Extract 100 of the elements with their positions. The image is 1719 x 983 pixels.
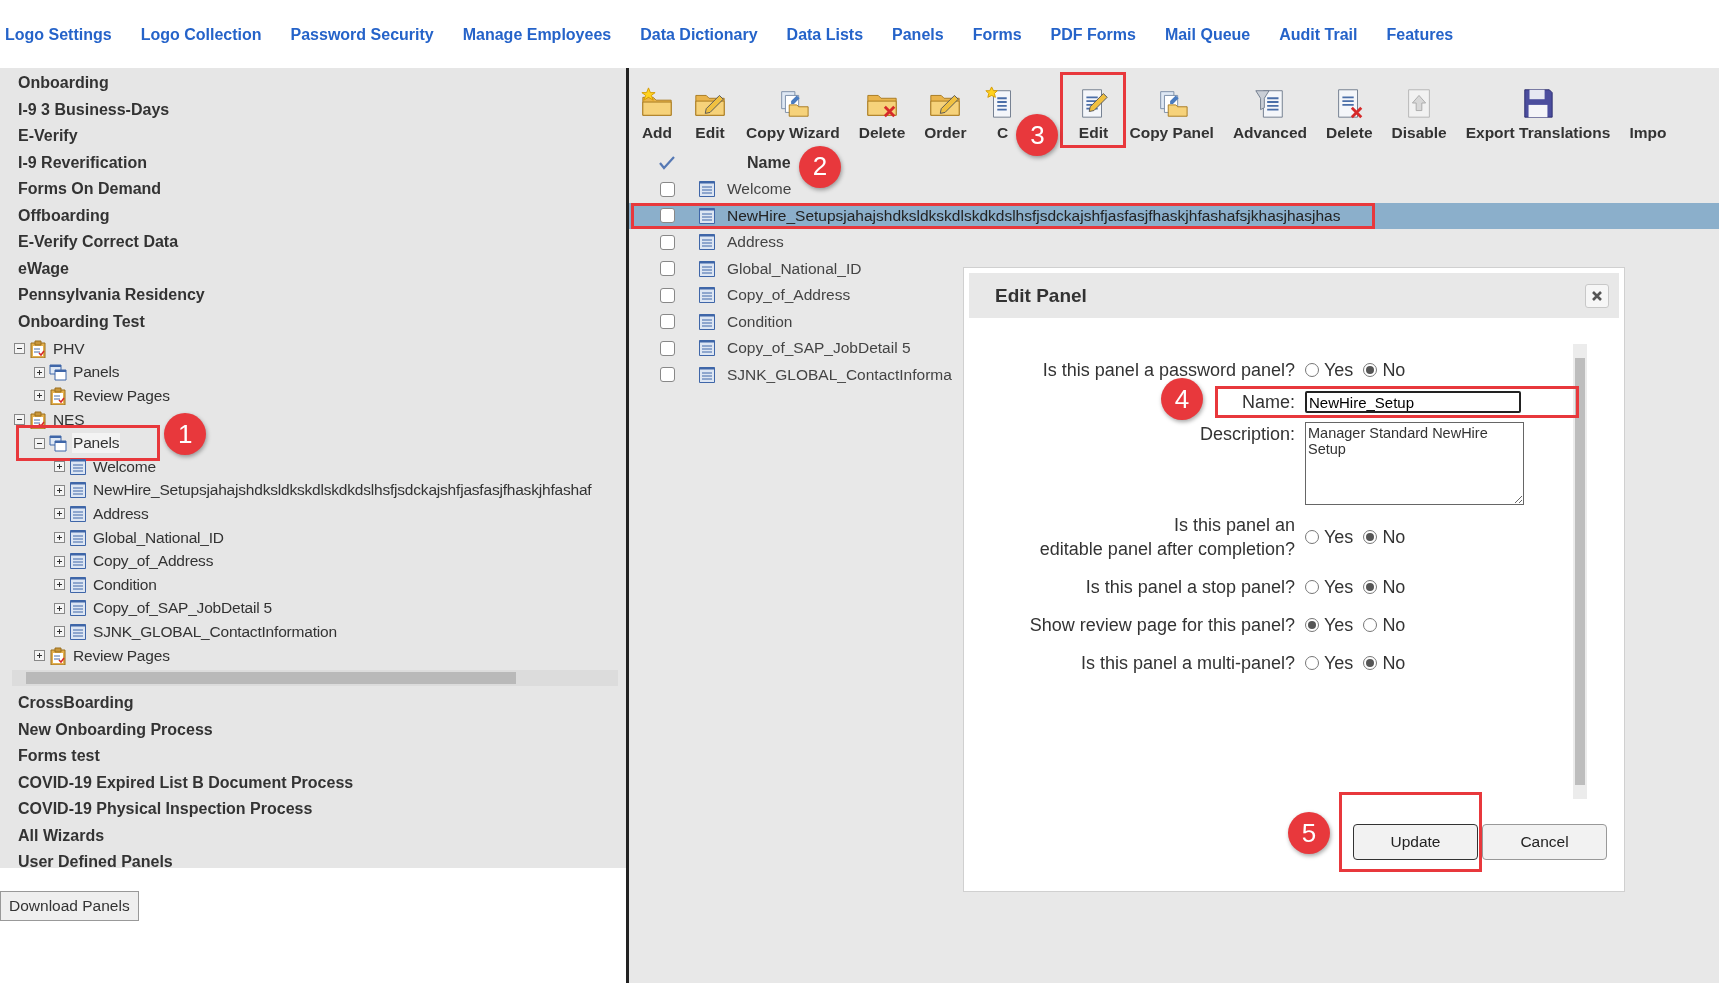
- toolbar-button[interactable]: Delete: [1326, 86, 1373, 148]
- collapse-icon[interactable]: [14, 414, 25, 426]
- checkbox[interactable]: [660, 314, 675, 330]
- expand-icon[interactable]: [54, 579, 65, 591]
- radio-option[interactable]: No: [1363, 576, 1406, 598]
- toolbar-button[interactable]: Delete: [858, 86, 906, 148]
- nav-link[interactable]: Logo Settings: [5, 26, 112, 44]
- panel-name[interactable]: Copy_of_Address: [727, 286, 851, 305]
- toolbar-button[interactable]: Order: [924, 86, 967, 148]
- tree-item[interactable]: Panels: [72, 433, 121, 454]
- sidebar-item[interactable]: Onboarding Test: [0, 308, 145, 335]
- sidebar-item[interactable]: Forms test: [0, 743, 100, 770]
- tree-item[interactable]: PHV: [52, 338, 86, 359]
- radio-option[interactable]: Yes: [1305, 614, 1354, 636]
- radio-option[interactable]: No: [1363, 526, 1406, 548]
- tree-item[interactable]: Copy_of_SAP_JobDetail 5: [92, 598, 273, 619]
- toolbar-button[interactable]: Copy Panel: [1129, 86, 1214, 148]
- radio-option[interactable]: No: [1363, 614, 1406, 636]
- toolbar-button[interactable]: Advanced: [1232, 86, 1307, 148]
- expand-icon[interactable]: [34, 650, 45, 661]
- nav-link[interactable]: Manage Employees: [462, 26, 612, 44]
- name-field[interactable]: NewHire_Setup: [1305, 391, 1521, 413]
- tree-item[interactable]: NES: [52, 409, 86, 430]
- sidebar-item[interactable]: CrossBoarding: [0, 690, 134, 717]
- expand-icon[interactable]: [54, 532, 65, 544]
- radio-option[interactable]: Yes: [1305, 359, 1354, 381]
- nav-link[interactable]: Mail Queue: [1164, 26, 1251, 44]
- tree-item[interactable]: Review Pages: [72, 386, 171, 406]
- nav-link[interactable]: Panels: [892, 26, 944, 44]
- tree-item[interactable]: Address: [92, 503, 150, 524]
- sidebar-item[interactable]: E-Verify: [0, 123, 78, 150]
- radio-option[interactable]: No: [1363, 652, 1406, 674]
- tree-item[interactable]: Condition: [92, 574, 158, 595]
- sidebar-item[interactable]: eWage: [0, 255, 69, 282]
- toolbar-button[interactable]: Copy Wizard: [746, 86, 840, 148]
- nav-link[interactable]: Data Lists: [786, 26, 864, 44]
- expand-icon[interactable]: [54, 626, 65, 638]
- tree-item[interactable]: NewHire_Setupsjahajshdksldkskdlskdkdslhsfjsdckajshfjasfasjfhaskjhfashaf: [92, 480, 593, 501]
- sidebar-item[interactable]: New Onboarding Process: [0, 716, 213, 744]
- nav-link[interactable]: Logo Collection: [140, 26, 262, 44]
- checkbox[interactable]: [660, 208, 675, 224]
- panel-name[interactable]: Condition: [727, 312, 793, 331]
- tree-item[interactable]: Review Pages: [72, 645, 171, 666]
- sidebar-item[interactable]: All Wizards: [0, 822, 105, 850]
- nav-link[interactable]: Audit Trail: [1279, 26, 1358, 44]
- cancel-button[interactable]: Cancel: [1482, 824, 1607, 860]
- tree-item[interactable]: SJNK_GLOBAL_ContactInformation: [92, 621, 338, 642]
- expand-icon[interactable]: [34, 390, 45, 402]
- sidebar-item[interactable]: Pennsylvania Residency: [0, 282, 205, 309]
- checkbox[interactable]: [660, 181, 675, 197]
- toolbar-button[interactable]: Impo: [1629, 86, 1667, 148]
- sidebar-item[interactable]: Onboarding: [0, 70, 109, 97]
- tree-item[interactable]: Welcome: [92, 456, 157, 477]
- nav-link[interactable]: Password Security: [290, 26, 434, 44]
- checkbox[interactable]: [660, 234, 675, 250]
- sidebar-item[interactable]: COVID-19 Physical Inspection Process: [0, 796, 313, 823]
- checkmark-icon[interactable]: [659, 156, 675, 170]
- expand-icon[interactable]: [54, 555, 65, 567]
- horizontal-scrollbar[interactable]: [12, 670, 618, 687]
- tree-item[interactable]: Global_National_ID: [92, 527, 225, 548]
- expand-icon[interactable]: [54, 508, 65, 520]
- collapse-icon[interactable]: [34, 437, 45, 449]
- sidebar-item[interactable]: I-9 3 Business-Days: [0, 96, 170, 123]
- sidebar-item[interactable]: User Defined Panels: [0, 849, 173, 876]
- toolbar-button[interactable]: Export Translations: [1465, 86, 1611, 148]
- sidebar-item[interactable]: Forms On Demand: [0, 176, 162, 203]
- nav-link[interactable]: PDF Forms: [1050, 26, 1136, 44]
- sidebar-item[interactable]: E-Verify Correct Data: [0, 229, 179, 256]
- collapse-icon[interactable]: [14, 343, 25, 355]
- radio-option[interactable]: Yes: [1305, 652, 1354, 674]
- vertical-scrollbar[interactable]: [1573, 344, 1587, 799]
- expand-icon[interactable]: [54, 484, 65, 496]
- toolbar-button[interactable]: Disable: [1391, 86, 1447, 148]
- nav-link[interactable]: Forms: [972, 26, 1022, 44]
- description-field[interactable]: Manager Standard NewHire Setup: [1305, 422, 1524, 505]
- expand-icon[interactable]: [54, 602, 65, 614]
- nav-link[interactable]: Data Dictionary: [640, 26, 758, 44]
- toolbar-button[interactable]: Add: [640, 86, 674, 148]
- checkbox[interactable]: [660, 287, 675, 303]
- tree-item[interactable]: Panels: [72, 362, 121, 383]
- sidebar-item[interactable]: Offboarding: [0, 202, 110, 229]
- radio-option[interactable]: Yes: [1305, 526, 1354, 548]
- column-header[interactable]: Name: [747, 154, 791, 172]
- nav-link[interactable]: Features: [1386, 26, 1454, 44]
- expand-icon[interactable]: [34, 366, 45, 378]
- checkbox[interactable]: [660, 367, 675, 383]
- panel-name[interactable]: SJNK_GLOBAL_ContactInforma: [727, 365, 952, 384]
- radio-option[interactable]: No: [1363, 359, 1406, 381]
- panel-name[interactable]: Copy_of_SAP_JobDetail 5: [727, 339, 911, 358]
- checkbox[interactable]: [660, 261, 675, 277]
- close-button[interactable]: [1585, 283, 1609, 308]
- panel-name[interactable]: Address: [727, 233, 784, 252]
- sidebar-item[interactable]: I-9 Reverification: [0, 149, 147, 176]
- toolbar-button[interactable]: Edit: [1076, 86, 1111, 148]
- expand-icon[interactable]: [54, 461, 65, 473]
- panel-name[interactable]: Global_National_ID: [727, 259, 862, 278]
- checkbox[interactable]: [660, 340, 675, 356]
- toolbar-button[interactable]: Edit: [693, 86, 727, 148]
- sidebar-item[interactable]: COVID-19 Expired List B Document Process: [0, 769, 354, 797]
- update-button[interactable]: Update: [1353, 824, 1478, 860]
